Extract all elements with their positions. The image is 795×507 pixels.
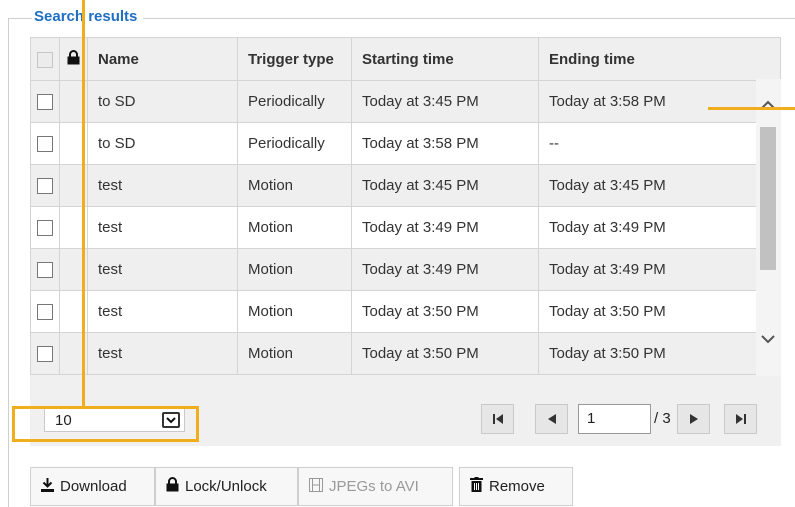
row-end: Today at 3:50 PM [538, 332, 757, 375]
row-name: to SD [87, 122, 238, 165]
row-trigger: Motion [237, 290, 352, 333]
row-start: Today at 3:50 PM [351, 290, 539, 333]
row-checkbox[interactable] [37, 304, 53, 321]
row-trigger: Periodically [237, 80, 352, 123]
page-number-input[interactable]: 1 [578, 404, 651, 434]
header-scroll-corner [756, 37, 781, 79]
film-icon [309, 477, 323, 496]
next-page-icon [689, 411, 698, 428]
row-checkbox[interactable] [37, 136, 53, 153]
trigger-type-header[interactable]: Trigger type [237, 37, 352, 81]
table-row[interactable]: to SD Periodically Today at 3:58 PM -- [30, 122, 757, 165]
ending-time-header[interactable]: Ending time [538, 37, 757, 81]
table-row[interactable]: to SD Periodically Today at 3:45 PM Toda… [30, 80, 757, 123]
remove-label: Remove [489, 478, 545, 495]
row-checkbox[interactable] [37, 220, 53, 237]
last-page-icon [735, 411, 747, 428]
row-start: Today at 3:45 PM [351, 80, 539, 123]
prev-page-icon [547, 411, 556, 428]
first-page-icon [492, 411, 504, 428]
lock-icon [67, 49, 80, 69]
row-name: test [87, 290, 238, 333]
download-icon [41, 477, 54, 496]
starting-time-header[interactable]: Starting time [351, 37, 539, 81]
row-trigger: Periodically [237, 122, 352, 165]
select-all-checkbox[interactable] [37, 51, 53, 68]
download-label: Download [60, 478, 127, 495]
remove-button[interactable]: Remove [459, 467, 573, 506]
row-name: test [87, 332, 238, 375]
annotation-line-vertical [82, 0, 85, 408]
row-name: to SD [87, 80, 238, 123]
row-trigger: Motion [237, 332, 352, 375]
lock-unlock-button[interactable]: Lock/Unlock [155, 467, 298, 506]
search-results-legend: Search results [32, 8, 144, 25]
row-name: test [87, 248, 238, 291]
lock-icon [166, 477, 179, 496]
annotation-box [12, 406, 199, 442]
row-checkbox[interactable] [37, 178, 53, 195]
page-total: / 3 [654, 410, 671, 427]
scrollbar-thumb[interactable] [760, 127, 776, 270]
table-header-row: Name Trigger type Starting time Ending t… [30, 37, 757, 81]
results-table: Name Trigger type Starting time Ending t… [30, 37, 757, 375]
row-end: Today at 3:50 PM [538, 290, 757, 333]
row-end: Today at 3:45 PM [538, 164, 757, 207]
trash-icon [470, 477, 483, 496]
row-trigger: Motion [237, 206, 352, 249]
first-page-button[interactable] [481, 404, 514, 434]
table-row[interactable]: test Motion Today at 3:49 PM Today at 3:… [30, 206, 757, 249]
row-end: -- [538, 122, 757, 165]
jpegs-to-avi-button[interactable]: JPEGs to AVI [298, 467, 453, 506]
row-name: test [87, 206, 238, 249]
row-trigger: Motion [237, 248, 352, 291]
row-start: Today at 3:50 PM [351, 332, 539, 375]
scroll-down-icon[interactable] [760, 331, 776, 349]
row-start: Today at 3:49 PM [351, 206, 539, 249]
name-header[interactable]: Name [87, 37, 238, 81]
table-row[interactable]: test Motion Today at 3:50 PM Today at 3:… [30, 290, 757, 333]
row-end: Today at 3:58 PM [538, 80, 757, 123]
row-end: Today at 3:49 PM [538, 206, 757, 249]
row-checkbox[interactable] [37, 94, 53, 111]
download-button[interactable]: Download [30, 467, 155, 506]
row-checkbox[interactable] [37, 262, 53, 279]
row-checkbox[interactable] [37, 346, 53, 363]
table-row[interactable]: test Motion Today at 3:45 PM Today at 3:… [30, 164, 757, 207]
results-scrollbar[interactable] [756, 79, 781, 376]
row-start: Today at 3:58 PM [351, 122, 539, 165]
table-row[interactable]: test Motion Today at 3:49 PM Today at 3:… [30, 248, 757, 291]
next-page-button[interactable] [677, 404, 710, 434]
row-trigger: Motion [237, 164, 352, 207]
row-name: test [87, 164, 238, 207]
table-row[interactable]: test Motion Today at 3:50 PM Today at 3:… [30, 332, 757, 375]
last-page-button[interactable] [724, 404, 757, 434]
lock-unlock-label: Lock/Unlock [185, 478, 267, 495]
select-all-cell [30, 37, 60, 81]
row-end: Today at 3:49 PM [538, 248, 757, 291]
annotation-line-horizontal [708, 107, 795, 110]
row-start: Today at 3:49 PM [351, 248, 539, 291]
jpegs-to-avi-label: JPEGs to AVI [329, 478, 419, 495]
prev-page-button[interactable] [535, 404, 568, 434]
row-start: Today at 3:45 PM [351, 164, 539, 207]
scroll-up-icon[interactable] [760, 97, 776, 115]
